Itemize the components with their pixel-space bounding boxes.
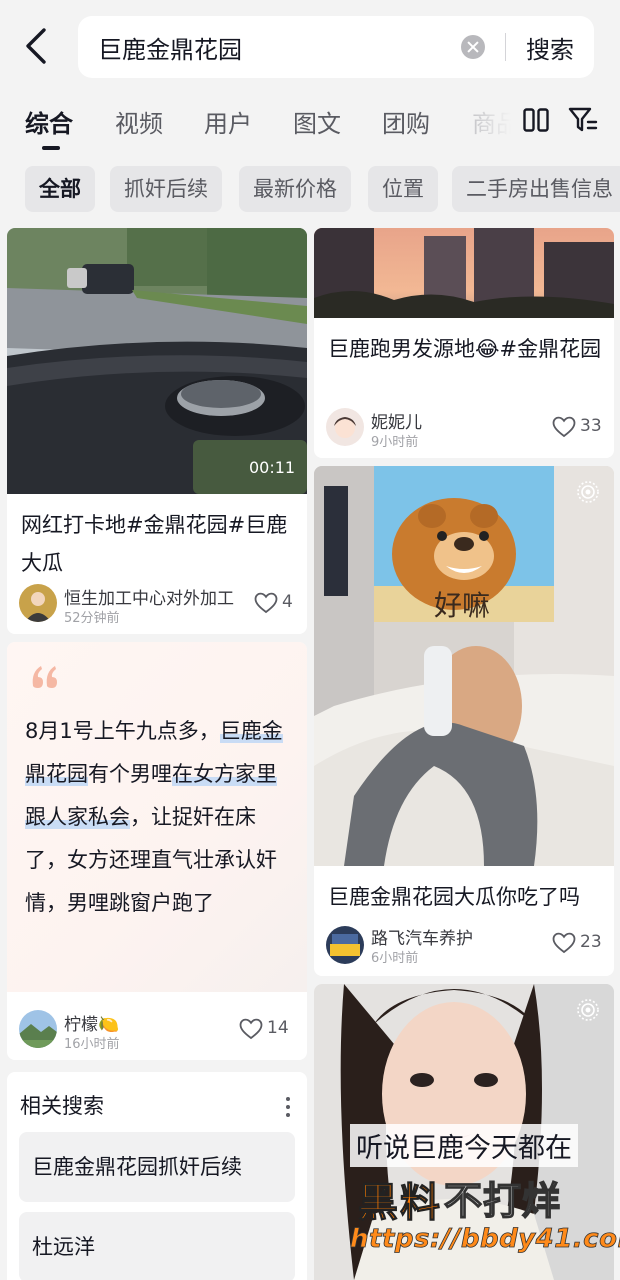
- image-post-card[interactable]: 巨鹿跑男发源地😂#金鼎花园 妮妮儿 9小时前 33: [314, 228, 614, 458]
- related-item[interactable]: 巨鹿金鼎花园抓奸后续: [19, 1132, 295, 1202]
- author-name[interactable]: 路飞汽车养护: [371, 924, 473, 949]
- video-thumbnail[interactable]: 00:11: [7, 228, 307, 494]
- quote-text: 8月1号上午九点多，巨鹿金鼎花园有个男哩在女方家里跟人家私会，让捉奸在床了，女方…: [25, 710, 293, 925]
- image-post-card[interactable]: 好嘛 巨鹿金鼎花园大瓜你吃了吗 路飞汽车养护 6小时前 23: [314, 466, 614, 976]
- watermark-url: https://bbdy41.com: [350, 1224, 620, 1255]
- tab-group-buy[interactable]: 团购: [382, 104, 430, 139]
- video-card[interactable]: 00:11 网红打卡地#金鼎花园#巨鹿大瓜 恒生加工中心对外加工 52分钟前 4: [7, 228, 307, 634]
- chip-second-hand[interactable]: 二手房出售信息: [452, 166, 620, 212]
- room-photo: [314, 466, 614, 866]
- car-dashboard-image: [7, 228, 307, 494]
- video-duration: 00:11: [249, 458, 296, 477]
- author-name[interactable]: 恒生加工中心对外加工: [64, 584, 234, 609]
- like-count: 23: [580, 932, 602, 952]
- live-photo-icon: [577, 999, 599, 1021]
- heart-icon[interactable]: [254, 592, 278, 614]
- clear-icon[interactable]: [461, 35, 485, 59]
- like-count: 4: [282, 592, 293, 612]
- card-title: 巨鹿金鼎花园大瓜你吃了吗: [328, 885, 580, 909]
- author-name[interactable]: 柠檬🍋: [64, 1010, 119, 1035]
- post-time: 52分钟前: [64, 611, 120, 626]
- related-searches: 相关搜索 巨鹿金鼎花园抓奸后续 杜远洋: [7, 1072, 307, 1280]
- related-title: 相关搜索: [20, 1094, 104, 1118]
- heart-icon[interactable]: [552, 932, 576, 954]
- chip-latest-price[interactable]: 最新价格: [239, 166, 351, 212]
- search-divider: [505, 33, 506, 61]
- filter-icon[interactable]: [568, 106, 598, 134]
- search-input[interactable]: 巨鹿金鼎花园: [98, 30, 242, 65]
- quote-segment: 有个男哩: [88, 762, 172, 786]
- heart-icon[interactable]: [239, 1018, 263, 1040]
- search-button[interactable]: 搜索: [526, 30, 574, 65]
- post-time: 16小时前: [64, 1037, 120, 1052]
- post-image[interactable]: [314, 228, 614, 318]
- chip-all[interactable]: 全部: [25, 166, 95, 212]
- heart-icon[interactable]: [552, 416, 576, 438]
- like-count: 14: [267, 1018, 289, 1038]
- more-dots-icon[interactable]: [285, 1094, 291, 1120]
- watermark-brand: 黑料: [358, 1180, 442, 1227]
- sticker-caption: 好嘛: [434, 589, 491, 622]
- quote-segment: 8月1号上午九点多，: [25, 719, 220, 743]
- post-image[interactable]: 好嘛: [314, 466, 614, 866]
- chip-follow-up[interactable]: 抓奸后续: [110, 166, 222, 212]
- watermark-sub: 不打烊: [443, 1178, 562, 1224]
- top-bar: 巨鹿金鼎花园 搜索: [0, 0, 620, 92]
- tab-users[interactable]: 用户: [204, 104, 252, 139]
- avatar[interactable]: [19, 584, 57, 622]
- tab-all[interactable]: 综合: [25, 104, 73, 139]
- live-photo-icon: [577, 481, 599, 503]
- post-time: 9小时前: [371, 435, 419, 450]
- related-item[interactable]: 杜远洋: [19, 1212, 295, 1280]
- watermark: 黑料 不打烊 https://bbdy41.com: [350, 1148, 620, 1258]
- dual-column-icon[interactable]: [523, 108, 549, 132]
- sunset-buildings-image: [314, 228, 614, 318]
- chip-location[interactable]: 位置: [368, 166, 438, 212]
- text-post-card[interactable]: 8月1号上午九点多，巨鹿金鼎花园有个男哩在女方家里跟人家私会，让捉奸在床了，女方…: [7, 642, 307, 1060]
- tabs-fade: [460, 92, 520, 152]
- like-count: 33: [580, 416, 602, 436]
- back-icon[interactable]: [20, 26, 54, 66]
- filter-chips: 全部 抓奸后续 最新价格 位置 二手房出售信息: [0, 166, 620, 214]
- tab-image-text[interactable]: 图文: [293, 104, 341, 139]
- active-tab-indicator: [42, 146, 60, 150]
- post-time: 6小时前: [371, 951, 419, 966]
- author-name[interactable]: 妮妮儿: [371, 408, 422, 433]
- card-title: 巨鹿跑男发源地😂#金鼎花园: [328, 337, 602, 361]
- avatar[interactable]: [326, 408, 364, 446]
- search-box[interactable]: 巨鹿金鼎花园 搜索: [78, 16, 594, 78]
- card-title: 网红打卡地#金鼎花园#巨鹿大瓜: [21, 513, 288, 575]
- avatar[interactable]: [326, 926, 364, 964]
- quote-icon: [32, 666, 57, 688]
- tab-video[interactable]: 视频: [115, 104, 163, 139]
- avatar[interactable]: [19, 1010, 57, 1048]
